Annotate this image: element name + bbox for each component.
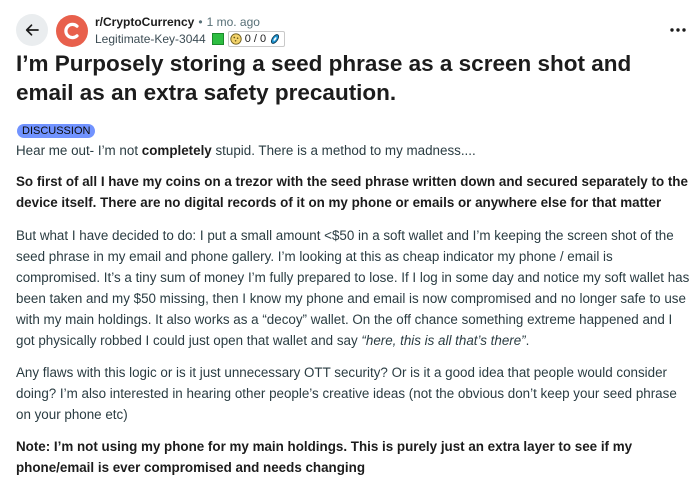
user-flair-badge: 0 / 0 bbox=[227, 31, 286, 47]
plan-text: But what I have decided to do: I put a s… bbox=[16, 228, 690, 348]
cryptocurrency-logo-icon bbox=[64, 22, 79, 40]
paragraph-question: Any flaws with this logic or is it just … bbox=[16, 365, 677, 422]
more-horizontal-icon bbox=[670, 28, 686, 32]
plan-italic-quote: “here, this is all that’s there” bbox=[361, 333, 526, 348]
intro-bold-word: completely bbox=[141, 143, 212, 158]
meta-separator: • bbox=[198, 15, 203, 29]
subreddit-avatar[interactable] bbox=[56, 15, 88, 47]
plan-text-end: . bbox=[525, 333, 530, 348]
more-options-button[interactable] bbox=[668, 20, 688, 40]
note-bold-text: Note: I’m not using my phone for my main… bbox=[16, 439, 633, 475]
paragraph-intro: Hear me out- I’m not completely stupid. … bbox=[16, 140, 690, 161]
subreddit-link[interactable]: r/CryptoCurrency bbox=[95, 14, 194, 30]
paragraph-setup: So first of all I have my coins on a tre… bbox=[16, 171, 690, 213]
setup-bold-text: So first of all I have my coins on a tre… bbox=[16, 174, 688, 210]
post-meta: r/CryptoCurrency • 1 mo. ago Legitimate-… bbox=[95, 14, 286, 47]
green-square-flair-icon bbox=[211, 33, 224, 45]
donut-icon bbox=[271, 34, 280, 44]
user-flair-karma: 0 / 0 bbox=[244, 33, 267, 45]
post-title: I’m Purposely storing a seed phrase as a… bbox=[16, 51, 632, 105]
intro-text: Hear me out- I’m not bbox=[16, 143, 142, 158]
paragraph-note: Note: I’m not using my phone for my main… bbox=[16, 436, 690, 478]
post-flair-badge[interactable]: DISCUSSION bbox=[17, 124, 96, 138]
post-age: 1 mo. ago bbox=[206, 15, 260, 29]
post-body: Hear me out- I’m not completely stupid. … bbox=[16, 140, 690, 478]
intro-text-end: stupid. There is a method to my madness.… bbox=[211, 143, 476, 158]
back-button[interactable] bbox=[16, 14, 48, 46]
paragraph-plan: But what I have decided to do: I put a s… bbox=[16, 225, 690, 351]
author-link[interactable]: Legitimate-Key-3044 bbox=[95, 31, 206, 47]
post-header: r/CryptoCurrency • 1 mo. ago Legitimate-… bbox=[0, 0, 690, 50]
moon-coin-icon bbox=[230, 33, 242, 45]
arrow-left-icon bbox=[25, 24, 39, 36]
